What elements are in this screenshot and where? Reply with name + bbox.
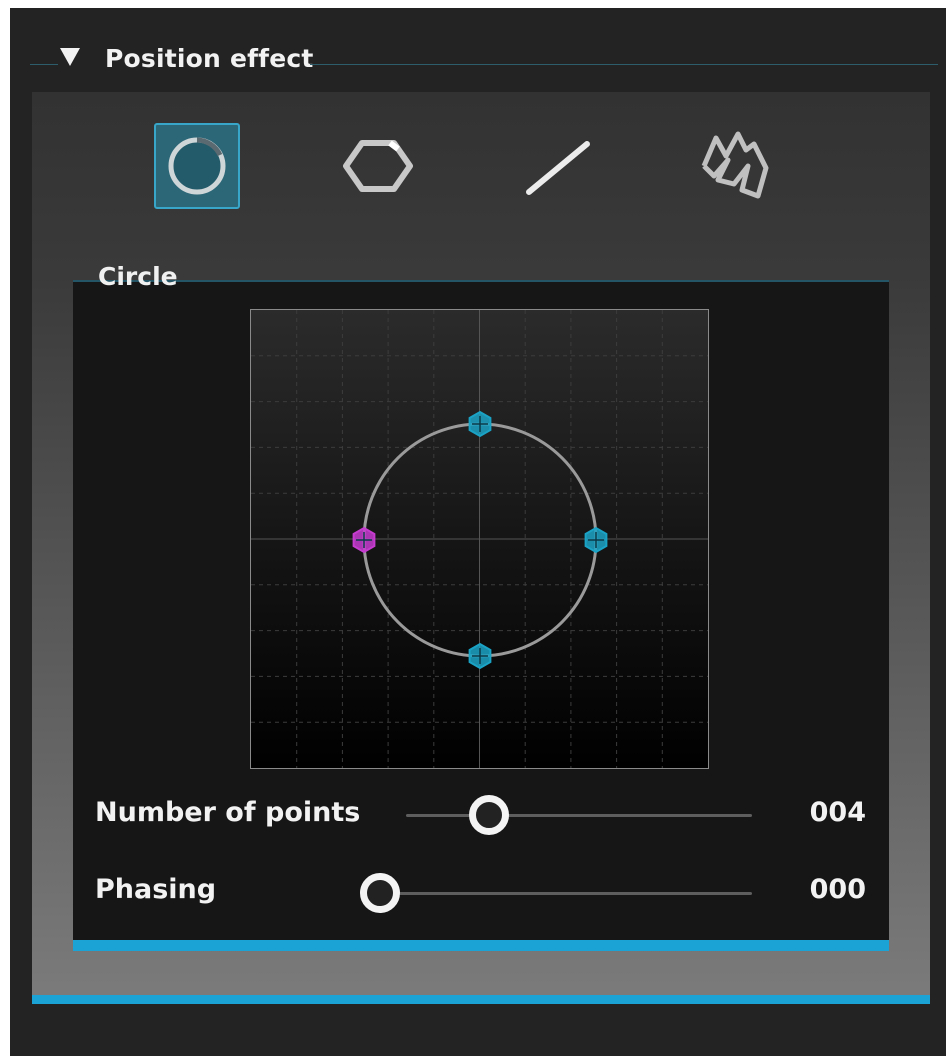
position-plot[interactable]: [250, 309, 709, 769]
circle-shape-icon: [168, 137, 226, 195]
number-of-points-label: Number of points: [95, 797, 361, 828]
freeform-shape-icon: [701, 131, 769, 199]
line-shape-button[interactable]: [514, 123, 600, 209]
number-of-points-slider-handle[interactable]: [469, 795, 510, 835]
header-divider: [310, 64, 938, 65]
phasing-track[interactable]: [368, 892, 752, 895]
section-title: Position effect: [105, 44, 314, 73]
section-header[interactable]: Position effect: [10, 40, 946, 90]
collapse-arrow-icon[interactable]: [60, 48, 80, 66]
panel-accent-bar: [32, 995, 930, 1004]
subpanel-divider: [73, 280, 889, 282]
hexagon-shape-button[interactable]: [335, 123, 421, 209]
phasing-label: Phasing: [95, 874, 217, 905]
circle-shape-button[interactable]: [154, 123, 240, 209]
number-of-points-track[interactable]: [406, 814, 752, 817]
line-shape-icon: [526, 141, 590, 195]
hexagon-shape-icon: [343, 140, 413, 192]
subpanel-accent-bar: [73, 940, 889, 951]
phasing-value[interactable]: 000: [786, 874, 866, 905]
position-plot-canvas[interactable]: [251, 310, 708, 768]
freeform-shape-button[interactable]: [693, 123, 779, 209]
phasing-slider-handle[interactable]: [360, 873, 400, 913]
header-divider-left: [30, 64, 58, 65]
number-of-points-value[interactable]: 004: [786, 797, 866, 828]
subpanel-title: Circle: [98, 262, 178, 291]
